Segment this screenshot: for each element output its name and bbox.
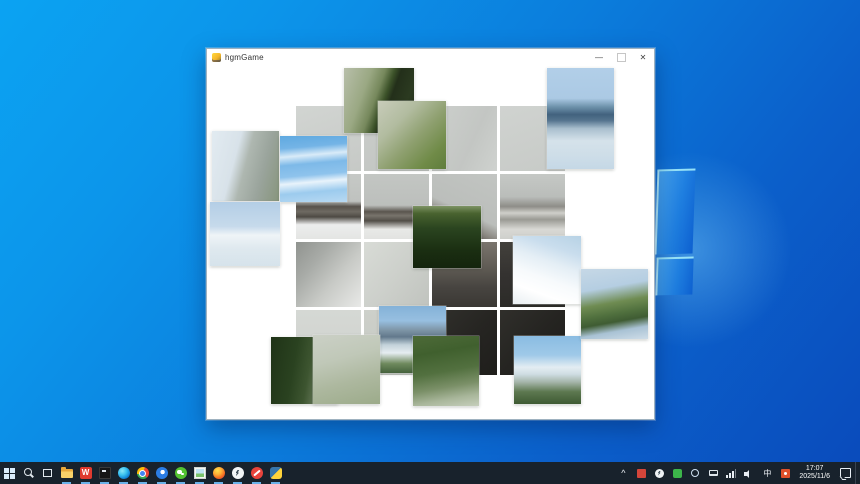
tray-red-app-icon [637, 469, 646, 478]
close-button[interactable]: ✕ [632, 49, 654, 66]
tray-expand-chevron: ^ [618, 468, 628, 478]
network-icon [726, 469, 736, 478]
python-icon [270, 467, 282, 479]
taskview-icon [43, 469, 52, 477]
chrome-icon [137, 467, 149, 479]
tile-foliage-bottom[interactable] [413, 336, 479, 406]
tray-green-app-icon[interactable] [668, 462, 686, 484]
bluecircle-icon [156, 467, 168, 479]
file-explorer[interactable] [57, 462, 76, 484]
tile-green-grass[interactable] [378, 101, 446, 169]
maximize-button[interactable] [610, 49, 632, 66]
redapp-icon [251, 467, 263, 479]
gallery-icon [194, 467, 206, 479]
tile-pale-sky[interactable] [210, 202, 280, 266]
puzzle-area [207, 66, 654, 419]
edge-browser[interactable] [114, 462, 133, 484]
python-app[interactable] [266, 462, 285, 484]
wps-office[interactable]: W [76, 462, 95, 484]
tray-ring-app-icon[interactable] [686, 462, 704, 484]
notification-icon [840, 468, 851, 478]
taskbar-apps: W [57, 462, 285, 484]
terminal-icon [99, 467, 111, 479]
tray-expand-chevron[interactable]: ^ [614, 462, 632, 484]
tray-device-icon[interactable] [704, 462, 722, 484]
tray-red-app-icon[interactable] [632, 462, 650, 484]
network-icon[interactable] [722, 462, 740, 484]
blue-circle-browser[interactable] [152, 462, 171, 484]
search-icon [24, 468, 32, 476]
show-desktop-button[interactable] [855, 462, 860, 484]
tray-ring-app-icon [691, 469, 699, 477]
tile-blue-sky-clouds[interactable] [280, 136, 347, 202]
folder-icon [61, 469, 73, 478]
taskview-button[interactable] [38, 462, 57, 484]
game-app-icon [212, 53, 221, 62]
windows-logo-pane-bottom [655, 257, 693, 296]
clock[interactable]: 17:07 2025/11/6 [794, 462, 835, 484]
tray-orange-app-icon[interactable] [776, 462, 794, 484]
grid-cell-r1c3[interactable] [500, 174, 565, 239]
start-button[interactable] [0, 462, 19, 484]
volume-icon [744, 469, 754, 478]
winlogo-icon [4, 468, 15, 479]
tray-lightning-icon [655, 469, 664, 478]
window-titlebar[interactable]: hgmGame — ✕ [207, 49, 654, 67]
wechat-app[interactable] [171, 462, 190, 484]
window-title: hgmGame [225, 53, 264, 62]
photos-app[interactable] [190, 462, 209, 484]
clock-date: 2025/11/6 [799, 473, 830, 481]
tray-orange-app-icon [781, 469, 790, 478]
tray-lightning-icon[interactable] [650, 462, 668, 484]
tray-device-icon [709, 470, 718, 476]
taskbar-tray: ^中 [614, 462, 794, 484]
bolt-icon [232, 467, 244, 479]
chrome-browser[interactable] [133, 462, 152, 484]
tile-sky-mountain-tall[interactable] [547, 68, 614, 169]
wps-icon: W [80, 467, 92, 479]
tile-green-peak-right[interactable] [581, 269, 648, 339]
ime-icon: 中 [762, 468, 772, 478]
tile-sage-fog[interactable] [313, 335, 380, 404]
tile-dark-green-center[interactable] [413, 206, 481, 268]
volume-icon[interactable] [740, 462, 758, 484]
wechat-icon [175, 467, 187, 479]
tile-fog-slope[interactable] [212, 131, 279, 201]
search-button[interactable] [19, 462, 38, 484]
ime-icon[interactable]: 中 [758, 462, 776, 484]
terminal-app[interactable] [95, 462, 114, 484]
taskbar: W ^中 17:07 2025/11/6 [0, 462, 860, 484]
game-window: hgmGame — ✕ [206, 48, 655, 420]
minimize-button[interactable]: — [588, 49, 610, 66]
taskbar-system-buttons [0, 462, 57, 484]
grid-cell-r2c0[interactable] [296, 242, 361, 307]
action-center-button[interactable] [835, 462, 855, 484]
tile-sky-snowpeaks[interactable] [514, 336, 581, 404]
tile-white-clouds[interactable] [513, 236, 581, 304]
tray-green-app-icon [673, 469, 682, 478]
windows-logo-pane-top [655, 169, 696, 255]
red-circle-app[interactable] [247, 462, 266, 484]
edge-icon [118, 467, 130, 479]
lightning-app[interactable] [228, 462, 247, 484]
firefox-browser[interactable] [209, 462, 228, 484]
clock-time: 17:07 [806, 465, 824, 473]
firefox-icon [213, 467, 225, 479]
